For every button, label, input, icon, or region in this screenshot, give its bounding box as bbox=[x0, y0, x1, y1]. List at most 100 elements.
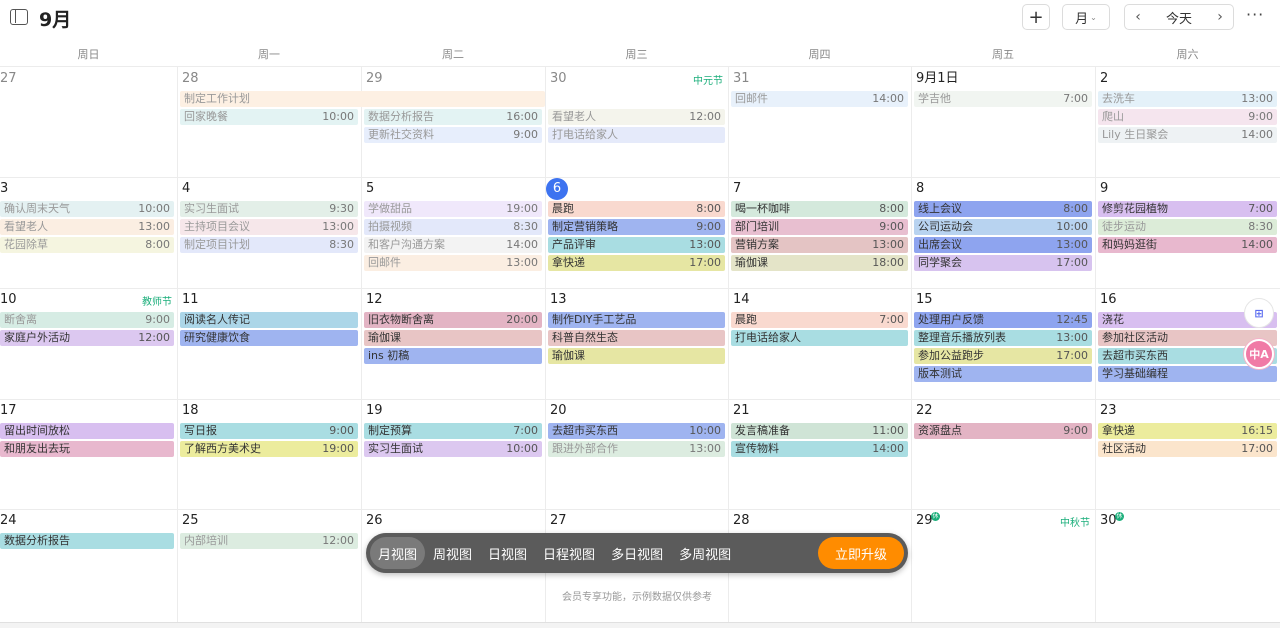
event-item[interactable]: 家庭户外活动 12:00 bbox=[0, 330, 174, 346]
event-item[interactable]: 回家晚餐 10:00 bbox=[180, 109, 358, 125]
event-item[interactable]: 和客户沟通方案 14:00 bbox=[364, 237, 542, 253]
event-item[interactable]: 实习生面试 9:30 bbox=[180, 201, 358, 217]
day-cell[interactable]: 18 写日报 9:00 了解西方美术史 19:00 bbox=[177, 399, 361, 509]
day-cell[interactable]: 21 发言稿准备 11:00 宣传物料 14:00 bbox=[728, 399, 911, 509]
event-item[interactable]: 研究健康饮食 bbox=[180, 330, 358, 346]
event-item[interactable]: 公司运动会 10:00 bbox=[914, 219, 1092, 235]
day-cell[interactable]: 30 中元节 看望老人 12:00 打电话给家人 bbox=[545, 67, 728, 177]
event-item[interactable]: 修剪花园植物 7:00 bbox=[1098, 201, 1277, 217]
event-item[interactable]: 了解西方美术史 19:00 bbox=[180, 441, 358, 457]
event-item[interactable]: 去超市买东西 10:00 bbox=[548, 423, 725, 439]
event-item[interactable]: ins 初稿 bbox=[364, 348, 542, 364]
tab-multi-day-view[interactable]: 多日视图 bbox=[603, 537, 671, 569]
more-options-icon[interactable]: ··· bbox=[1246, 5, 1264, 24]
event-item[interactable]: 参加公益跑步 17:00 bbox=[914, 348, 1092, 364]
prev-month-button[interactable]: ‹ bbox=[1125, 9, 1151, 25]
day-cell[interactable]: 9 修剪花园植物 7:00 徒步运动 8:30 和妈妈逛街 14:00 bbox=[1095, 177, 1280, 288]
day-cell[interactable]: 27 bbox=[0, 67, 177, 177]
event-item[interactable]: 处理用户反馈 12:45 bbox=[914, 312, 1092, 328]
event-item[interactable]: 数据分析报告 16:00 bbox=[364, 109, 542, 125]
event-item[interactable]: 资源盘点 9:00 bbox=[914, 423, 1092, 439]
day-cell[interactable]: 6 晨跑 8:00 制定营销策略 9:00 产品评审 13:00 拿快递 17:00 bbox=[545, 177, 728, 288]
day-cell[interactable]: 20 去超市买东西 10:00 跟进外部合作 13:00 bbox=[545, 399, 728, 509]
event-item[interactable]: 营销方案 13:00 bbox=[731, 237, 908, 253]
event-item[interactable]: 看望老人 13:00 bbox=[0, 219, 174, 235]
event-item[interactable]: 整理音乐播放列表 13:00 bbox=[914, 330, 1092, 346]
add-event-button[interactable]: + bbox=[1022, 4, 1050, 30]
upgrade-button[interactable]: 立即升级 bbox=[818, 537, 904, 569]
event-item[interactable]: 产品评审 13:00 bbox=[548, 237, 725, 253]
day-cell[interactable]: 25 内部培训 12:00 bbox=[177, 509, 361, 623]
event-item[interactable]: 爬山 9:00 bbox=[1098, 109, 1277, 125]
tab-multi-week-view[interactable]: 多周视图 bbox=[671, 537, 739, 569]
day-cell[interactable]: 14 晨跑 7:00 打电话给家人 bbox=[728, 288, 911, 399]
event-item[interactable]: 阅读名人传记 bbox=[180, 312, 358, 328]
event-item[interactable]: 回邮件 14:00 bbox=[731, 91, 908, 107]
event-item[interactable]: 部门培训 9:00 bbox=[731, 219, 908, 235]
day-cell[interactable]: 8 线上会议 8:00 公司运动会 10:00 出席会议 13:00 同学聚会 17:00 bbox=[911, 177, 1095, 288]
day-cell[interactable]: 19 制定预算 7:00 实习生面试 10:00 bbox=[361, 399, 545, 509]
day-cell[interactable]: 29 休中秋节 bbox=[911, 509, 1095, 623]
event-item[interactable]: 旧衣物断舍离 20:00 bbox=[364, 312, 542, 328]
event-item[interactable]: 拍摄视频 8:30 bbox=[364, 219, 542, 235]
event-item[interactable]: 出席会议 13:00 bbox=[914, 237, 1092, 253]
event-item[interactable]: 制定项目计划 8:30 bbox=[180, 237, 358, 253]
event-item[interactable]: 回邮件 13:00 bbox=[364, 255, 542, 271]
apps-icon[interactable]: ⊞ bbox=[1244, 298, 1274, 328]
event-item[interactable]: 同学聚会 17:00 bbox=[914, 255, 1092, 271]
day-cell[interactable]: 17 留出时间放松 和朋友出去玩 bbox=[0, 399, 177, 509]
event-item[interactable]: 版本测试 bbox=[914, 366, 1092, 382]
day-cell[interactable]: 15 处理用户反馈 12:45 整理音乐播放列表 13:00 参加公益跑步 17:00 版本测… bbox=[911, 288, 1095, 399]
event-item[interactable]: 实习生面试 10:00 bbox=[364, 441, 542, 457]
event-item[interactable]: 和朋友出去玩 bbox=[0, 441, 174, 457]
event-item[interactable]: 内部培训 12:00 bbox=[180, 533, 358, 549]
event-item[interactable]: 数据分析报告 bbox=[0, 533, 174, 549]
day-cell[interactable]: 23 拿快递 16:15 社区活动 17:00 bbox=[1095, 399, 1280, 509]
event-item[interactable]: 学做甜品 19:00 bbox=[364, 201, 542, 217]
tab-schedule-view[interactable]: 日程视图 bbox=[535, 537, 603, 569]
translate-icon[interactable]: 中A bbox=[1244, 339, 1274, 369]
event-item[interactable]: 瑜伽课 bbox=[364, 330, 542, 346]
day-cell[interactable]: 2 去洗车 13:00 爬山 9:00 Lily 生日聚会 14:00 bbox=[1095, 67, 1280, 177]
tab-week-view[interactable]: 周视图 bbox=[425, 537, 480, 569]
event-item[interactable]: 喝一杯咖啡 8:00 bbox=[731, 201, 908, 217]
event-item[interactable]: 发言稿准备 11:00 bbox=[731, 423, 908, 439]
view-selector[interactable]: 月 ⌄ bbox=[1062, 4, 1110, 30]
event-item[interactable]: 制定预算 7:00 bbox=[364, 423, 542, 439]
day-cell[interactable]: 5 学做甜品 19:00 拍摄视频 8:30 和客户沟通方案 14:00 回邮件 13:00 bbox=[361, 177, 545, 288]
event-item[interactable]: 花园除草 8:00 bbox=[0, 237, 174, 253]
event-item[interactable]: 看望老人 12:00 bbox=[548, 109, 725, 125]
event-item[interactable]: 线上会议 8:00 bbox=[914, 201, 1092, 217]
tab-day-view[interactable]: 日视图 bbox=[480, 537, 535, 569]
event-item[interactable]: 去洗车 13:00 bbox=[1098, 91, 1277, 107]
event-item[interactable]: 制定营销策略 9:00 bbox=[548, 219, 725, 235]
event-item[interactable]: 跟进外部合作 13:00 bbox=[548, 441, 725, 457]
event-item[interactable]: 断舍离 9:00 bbox=[0, 312, 174, 328]
day-cell[interactable]: 28 制定工作计划 回家晚餐 10:00 bbox=[177, 67, 545, 177]
tab-month-view[interactable]: 月视图 bbox=[370, 537, 426, 569]
event-item[interactable]: 科普自然生态 bbox=[548, 330, 725, 346]
event-item[interactable]: 留出时间放松 bbox=[0, 423, 174, 439]
day-cell[interactable]: 13 制作DIY手工艺品 科普自然生态 瑜伽课 bbox=[545, 288, 728, 399]
sidebar-toggle-icon[interactable] bbox=[10, 9, 28, 25]
event-item[interactable]: 社区活动 17:00 bbox=[1098, 441, 1277, 457]
day-cell[interactable]: 9月1日 学吉他 7:00 bbox=[911, 67, 1095, 177]
day-cell[interactable]: 24 数据分析报告 bbox=[0, 509, 177, 623]
day-cell[interactable]: 30 休 bbox=[1095, 509, 1280, 623]
next-month-button[interactable]: › bbox=[1207, 9, 1233, 25]
day-cell[interactable]: 7 喝一杯咖啡 8:00 部门培训 9:00 营销方案 13:00 瑜伽课 18:00 bbox=[728, 177, 911, 288]
day-cell[interactable]: 3 确认周末天气 10:00 看望老人 13:00 花园除草 8:00 bbox=[0, 177, 177, 288]
event-item[interactable]: 瑜伽课 bbox=[548, 348, 725, 364]
event-item[interactable]: 制作DIY手工艺品 bbox=[548, 312, 725, 328]
day-cell[interactable]: 29 数据分析报告 16:00 更新社交资料 9:00 bbox=[361, 67, 545, 177]
event-item[interactable]: 晨跑 8:00 bbox=[548, 201, 725, 217]
event-item[interactable]: 拿快递 17:00 bbox=[548, 255, 725, 271]
day-cell[interactable]: 11 阅读名人传记 研究健康饮食 bbox=[177, 288, 361, 399]
event-item[interactable]: 学吉他 7:00 bbox=[914, 91, 1092, 107]
event-item[interactable]: 更新社交资料 9:00 bbox=[364, 127, 542, 143]
event-item[interactable]: 学习基础编程 bbox=[1098, 366, 1277, 382]
event-item[interactable]: 徒步运动 8:30 bbox=[1098, 219, 1277, 235]
event-item[interactable]: 确认周末天气 10:00 bbox=[0, 201, 174, 217]
day-cell[interactable]: 10 教师节 断舍离 9:00 家庭户外活动 12:00 bbox=[0, 288, 177, 399]
event-item[interactable]: 主持项目会议 13:00 bbox=[180, 219, 358, 235]
